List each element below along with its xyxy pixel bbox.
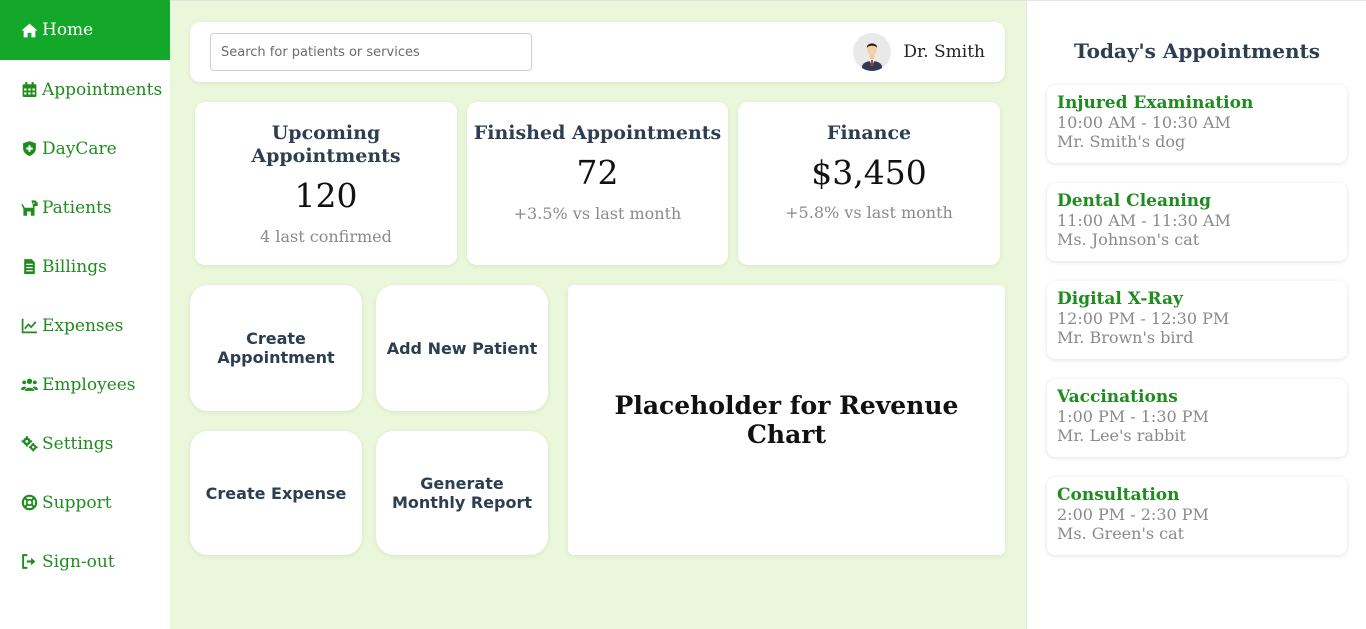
sidebar-item-billings[interactable]: Billings bbox=[0, 237, 170, 296]
appointment-patient: Mr. Brown's bird bbox=[1057, 328, 1194, 347]
calendar-icon bbox=[20, 81, 38, 99]
generate-monthly-report-button[interactable]: Generate Monthly Report bbox=[376, 431, 548, 555]
stat-title: Upcoming Appointments bbox=[251, 122, 401, 167]
revenue-chart-placeholder: Placeholder for Revenue Chart bbox=[568, 285, 1005, 555]
sidebar-item-label: Appointments bbox=[42, 79, 163, 100]
shield-icon bbox=[20, 140, 38, 158]
create-appointment-button[interactable]: Create Appointment bbox=[190, 285, 362, 411]
appointments-panel: Today's Appointments Injured Examination… bbox=[1026, 0, 1366, 629]
stat-card-finished: Finished Appointments 72 +3.5% vs last m… bbox=[467, 102, 728, 265]
sidebar-item-settings[interactable]: Settings bbox=[0, 414, 170, 473]
panel-title: Today's Appointments bbox=[1074, 39, 1320, 63]
sidebar-item-label: Sign-out bbox=[42, 551, 115, 572]
appointment-item[interactable]: Injured Examination 10:00 AM - 10:30 AM … bbox=[1047, 85, 1347, 163]
appointment-title: Injured Examination bbox=[1057, 93, 1254, 113]
stat-value: $3,450 bbox=[811, 153, 927, 192]
stat-title: Finished Appointments bbox=[473, 122, 722, 144]
appointment-time: 10:00 AM - 10:30 AM bbox=[1057, 113, 1231, 132]
appointment-patient: Ms. Green's cat bbox=[1057, 524, 1185, 543]
appointment-patient: Mr. Smith's dog bbox=[1057, 132, 1186, 151]
sidebar-item-label: DayCare bbox=[42, 138, 117, 159]
home-icon bbox=[20, 21, 38, 39]
sidebar-item-patients[interactable]: Patients bbox=[0, 178, 170, 237]
appointment-time: 12:00 PM - 12:30 PM bbox=[1057, 309, 1230, 328]
users-icon bbox=[20, 376, 38, 394]
appointment-item[interactable]: Dental Cleaning 11:00 AM - 11:30 AM Ms. … bbox=[1047, 183, 1347, 261]
sidebar-item-label: Support bbox=[42, 492, 112, 513]
user-profile[interactable]: Dr. Smith bbox=[853, 33, 985, 71]
sidebar-item-label: Billings bbox=[42, 256, 107, 277]
sidebar-item-label: Settings bbox=[42, 433, 114, 454]
sidebar-item-daycare[interactable]: DayCare bbox=[0, 119, 170, 178]
appointment-patient: Mr. Lee's rabbit bbox=[1057, 426, 1186, 445]
sidebar-item-label: Patients bbox=[42, 197, 112, 218]
sidebar-item-expenses[interactable]: Expenses bbox=[0, 296, 170, 355]
appointment-time: 1:00 PM - 1:30 PM bbox=[1057, 407, 1209, 426]
sidebar-item-label: Expenses bbox=[42, 315, 124, 336]
stat-card-upcoming: Upcoming Appointments 120 4 last confirm… bbox=[195, 102, 457, 265]
top-bar: Dr. Smith bbox=[190, 22, 1005, 82]
file-invoice-icon bbox=[20, 258, 38, 276]
appointment-item[interactable]: Consultation 2:00 PM - 2:30 PM Ms. Green… bbox=[1047, 477, 1347, 555]
sidebar-item-label: Employees bbox=[42, 374, 136, 395]
appointment-title: Digital X-Ray bbox=[1057, 289, 1183, 309]
appointment-patient: Ms. Johnson's cat bbox=[1057, 230, 1200, 249]
stat-subtext: +5.8% vs last month bbox=[785, 203, 953, 222]
appointment-item[interactable]: Digital X-Ray 12:00 PM - 12:30 PM Mr. Br… bbox=[1047, 281, 1347, 359]
stat-value: 120 bbox=[294, 176, 358, 215]
sidebar-item-sign-out[interactable]: Sign-out bbox=[0, 532, 170, 591]
appointment-title: Vaccinations bbox=[1057, 387, 1178, 407]
stat-card-finance: Finance $3,450 +5.8% vs last month bbox=[738, 102, 1000, 265]
avatar bbox=[853, 33, 892, 71]
sidebar-item-appointments[interactable]: Appointments bbox=[0, 60, 170, 119]
stat-subtext: 4 last confirmed bbox=[260, 227, 392, 246]
sidebar-item-label: Home bbox=[42, 20, 94, 40]
sidebar-item-support[interactable]: Support bbox=[0, 473, 170, 532]
sidebar-item-home[interactable]: Home bbox=[0, 0, 170, 60]
stat-value: 72 bbox=[576, 153, 619, 192]
life-ring-icon bbox=[20, 494, 38, 512]
stat-title: Finance bbox=[826, 122, 912, 144]
appointment-title: Consultation bbox=[1057, 485, 1180, 505]
search-input[interactable] bbox=[210, 33, 532, 71]
sign-out-icon bbox=[20, 553, 38, 571]
sidebar-item-employees[interactable]: Employees bbox=[0, 355, 170, 414]
appointment-title: Dental Cleaning bbox=[1057, 191, 1212, 211]
chart-line-icon bbox=[20, 317, 38, 335]
main-content: Dr. Smith Upcoming Appointments 120 4 la… bbox=[170, 0, 1026, 629]
user-name: Dr. Smith bbox=[903, 42, 985, 62]
appointment-time: 11:00 AM - 11:30 AM bbox=[1057, 211, 1231, 230]
dog-icon bbox=[20, 199, 38, 217]
gears-icon bbox=[20, 435, 38, 453]
stat-subtext: +3.5% vs last month bbox=[513, 204, 682, 223]
sidebar: Home Appointments DayCare Patients Billi… bbox=[0, 0, 170, 629]
appointment-time: 2:00 PM - 2:30 PM bbox=[1057, 505, 1209, 524]
appointment-item[interactable]: Vaccinations 1:00 PM - 1:30 PM Mr. Lee's… bbox=[1047, 379, 1347, 457]
create-expense-button[interactable]: Create Expense bbox=[190, 431, 362, 555]
add-new-patient-button[interactable]: Add New Patient bbox=[376, 285, 548, 411]
